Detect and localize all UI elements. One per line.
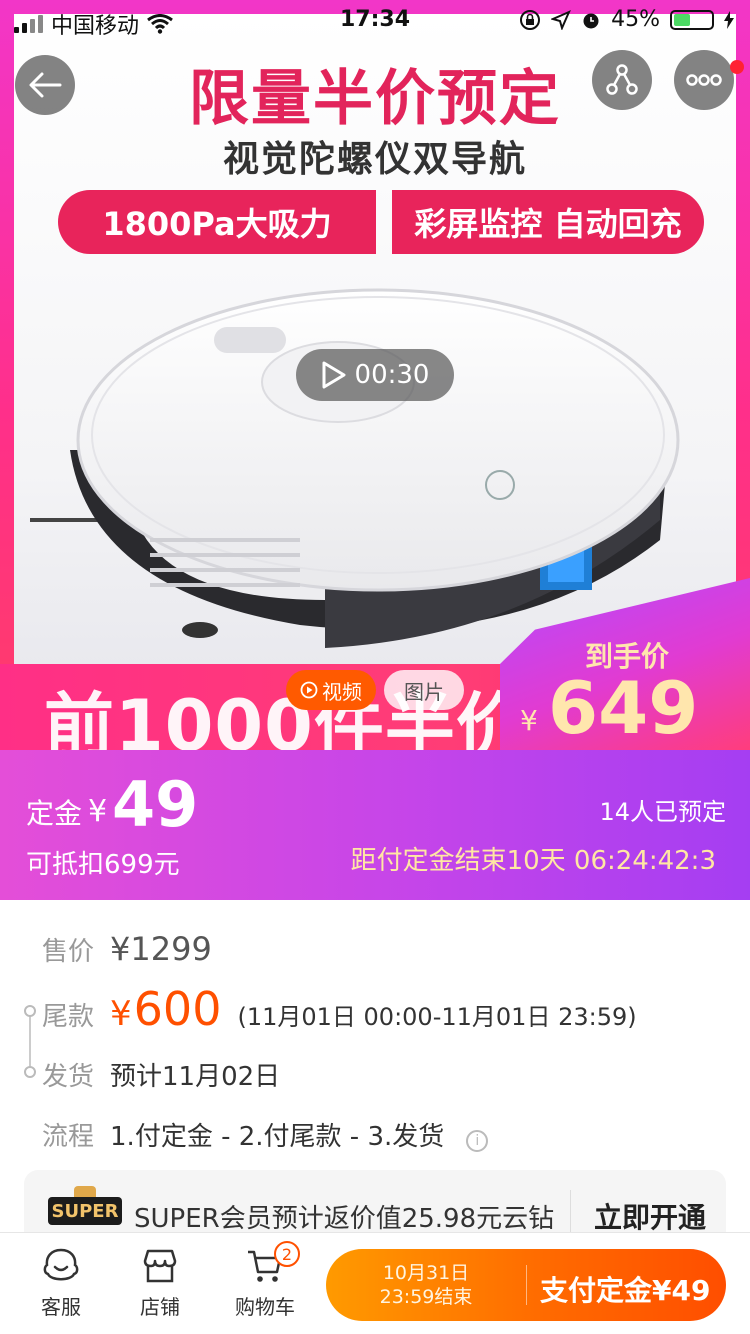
cart-count-badge: 2 — [274, 1241, 300, 1267]
store-label: 店铺 — [140, 1295, 180, 1319]
tab-video-label: 视频 — [322, 679, 362, 704]
pay-deposit-label: 支付定金¥49 — [540, 1274, 711, 1307]
battery-icon — [670, 9, 714, 30]
more-dots-icon — [686, 74, 722, 86]
final-price-value: 649 — [548, 666, 699, 750]
shipping-label: 发货 — [42, 1062, 95, 1092]
play-circle-icon — [300, 681, 318, 699]
pay-deadline-time: 23:59结束 — [379, 1286, 473, 1308]
product-page: 中国移动 17:34 45% 限量半价预定 视觉陀螺仪双导航 1800Pa大吸力… — [0, 0, 750, 1334]
super-badge: SUPER — [48, 1197, 122, 1225]
tab-photo-label: 图片 — [404, 679, 444, 704]
sale-price-value: ¥1299 — [110, 930, 212, 968]
share-button[interactable] — [592, 50, 652, 110]
play-icon — [322, 361, 346, 389]
status-bar: 中国移动 17:34 45% — [0, 0, 750, 40]
timeline-dot — [24, 1066, 36, 1078]
promo-subline: 视觉陀螺仪双导航 — [222, 139, 527, 180]
balance-period: (11月01日 00:00-11月01日 23:59) — [237, 1003, 637, 1031]
store-button[interactable]: 店铺 — [115, 1247, 205, 1320]
balance-label: 尾款 — [42, 1002, 95, 1032]
arrow-left-icon — [29, 72, 62, 98]
timeline-line — [29, 1010, 31, 1072]
alarm-icon — [583, 13, 599, 28]
shipping-row: 发货 预计11月02日 — [42, 1056, 280, 1093]
pay-deadline: 10月31日 23:59结束 — [326, 1261, 526, 1309]
feature-badge-suction: 1800Pa大吸力 — [58, 190, 376, 254]
process-value: 1.付定金 - 2.付尾款 - 3.发货 — [110, 1122, 445, 1152]
bottom-action-bar: 客服 店铺 购物车 2 10月31日 23:59结束 支付定金¥49 — [0, 1232, 750, 1334]
more-button[interactable] — [674, 50, 734, 110]
balance-row: 尾款 ¥ 600 (11月01日 00:00-11月01日 23:59) — [42, 982, 637, 1036]
charging-icon — [724, 10, 734, 29]
deposit-label: 定金 — [26, 797, 83, 830]
deposit-section: 定金 ¥ 49 可抵扣699元 14人已预定 距付定金结束10天 06:24:4… — [0, 750, 750, 900]
shipping-value: 预计11月02日 — [110, 1062, 281, 1092]
battery-percent: 45% — [611, 7, 660, 32]
customer-service-label: 客服 — [41, 1295, 81, 1319]
deposit-currency: ¥ — [88, 794, 108, 829]
share-icon — [606, 64, 638, 95]
video-duration: 00:30 — [354, 360, 430, 390]
play-video-button[interactable]: 00:30 — [296, 349, 454, 401]
cart-label: 购物车 — [235, 1295, 295, 1319]
process-label: 流程 — [42, 1122, 95, 1152]
pay-deposit-button[interactable]: 10月31日 23:59结束 支付定金¥49 — [326, 1249, 726, 1321]
media-tabs: 视频 图片 — [286, 670, 464, 710]
feature-badge-monitor: 彩屏监控 自动回充 — [392, 190, 704, 254]
reserved-count: 14人已预定 — [599, 798, 726, 826]
sale-price-row: 售价 ¥1299 — [42, 930, 212, 968]
cart-button[interactable]: 购物车 2 — [220, 1241, 310, 1320]
balance-value: 600 — [133, 982, 222, 1036]
super-rebate-text: SUPER会员预计返价值25.98元云钻 — [134, 1204, 555, 1234]
notification-dot — [730, 60, 744, 74]
balance-currency: ¥ — [110, 994, 132, 1034]
rotation-lock-icon — [520, 9, 541, 30]
store-icon — [143, 1249, 177, 1283]
customer-service-icon — [43, 1248, 79, 1281]
back-button[interactable] — [15, 55, 75, 115]
tab-video[interactable]: 视频 — [286, 670, 376, 710]
tab-photo[interactable]: 图片 — [384, 670, 464, 710]
info-icon[interactable]: i — [466, 1130, 489, 1152]
customer-service-button[interactable]: 客服 — [16, 1247, 106, 1320]
divider — [526, 1265, 527, 1305]
location-icon — [551, 9, 572, 30]
deposit-value: 49 — [112, 768, 199, 841]
deposit-countdown: 距付定金结束10天 06:24:42:3 — [350, 846, 716, 876]
final-price-currency: ¥ — [520, 704, 538, 737]
deposit-deduct-note: 可抵扣699元 — [26, 850, 180, 880]
timeline-dot — [24, 1005, 36, 1017]
open-membership-button[interactable]: 立即开通 — [594, 1196, 706, 1236]
pay-deadline-date: 10月31日 — [382, 1262, 470, 1284]
status-icons: 45% — [519, 7, 734, 32]
sale-price-label: 售价 — [42, 937, 95, 967]
process-row[interactable]: 流程 1.付定金 - 2.付尾款 - 3.发货 i — [42, 1116, 489, 1153]
